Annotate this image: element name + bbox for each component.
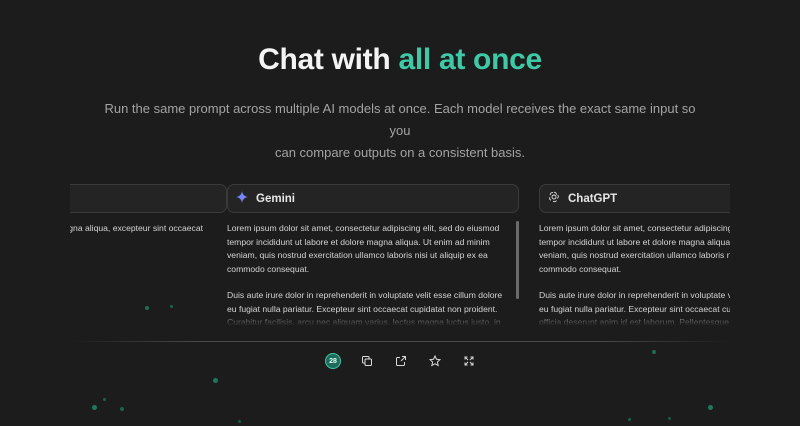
particle	[708, 405, 713, 410]
response-scrollbar[interactable]	[516, 221, 519, 299]
model-count-badge[interactable]: 28	[325, 353, 341, 369]
gemini-sparkle-icon	[236, 191, 248, 206]
particle	[103, 398, 106, 401]
openai-logo-icon	[548, 191, 560, 206]
particle	[213, 378, 218, 383]
hero-subtitle-line-2: can compare outputs on a consistent basi…	[274, 145, 526, 160]
hero-subtitle-line-1: Run the same prompt across multiple AI m…	[104, 101, 696, 138]
model-card-header[interactable]: Gemini	[227, 184, 519, 213]
response-toolbar: 28	[325, 352, 477, 370]
response-paragraph: Lorem ipsum dolor sit amet, consectetur …	[227, 223, 500, 274]
model-card-left: adipiscing elit, sed do eiusmod gna aliq…	[70, 184, 227, 326]
star-icon[interactable]	[427, 353, 443, 369]
copy-icon[interactable]	[359, 353, 375, 369]
model-card-chatgpt: ChatGPT Lorem ipsum dolor sit amet, cons…	[539, 184, 730, 326]
model-carousel[interactable]: adipiscing elit, sed do eiusmod gna aliq…	[70, 184, 730, 326]
model-response[interactable]: Lorem ipsum dolor sit amet, consectetur …	[227, 222, 519, 326]
model-response[interactable]: Lorem ipsum dolor sit amet, consectetur …	[539, 222, 730, 326]
model-name: ChatGPT	[568, 192, 618, 205]
model-card-header[interactable]: ChatGPT	[539, 184, 730, 213]
hero-subtitle: Run the same prompt across multiple AI m…	[100, 98, 700, 164]
particle	[628, 418, 631, 421]
particle	[668, 417, 671, 420]
hero-title-accent: all at once	[398, 43, 542, 76]
particle	[170, 305, 173, 308]
particle	[92, 405, 97, 410]
hero-title-prefix: Chat with	[258, 43, 391, 76]
toolbar-divider	[70, 341, 730, 342]
hero-title: Chat with all at once	[0, 43, 800, 77]
fade-overlay	[70, 312, 730, 326]
expand-icon[interactable]	[461, 353, 477, 369]
model-response: adipiscing elit, sed do eiusmod gna aliq…	[70, 222, 227, 326]
model-name: Gemini	[256, 192, 295, 205]
particle	[652, 350, 656, 354]
open-external-icon[interactable]	[393, 353, 409, 369]
response-paragraph: Lorem ipsum dolor sit amet, consectetur …	[539, 223, 730, 274]
response-paragraph: adipiscing elit, sed do eiusmod gna aliq…	[70, 223, 203, 233]
particle	[120, 407, 124, 411]
model-card-header[interactable]	[70, 184, 227, 213]
particle	[145, 306, 149, 310]
model-card-gemini: Gemini Lorem ipsum dolor sit amet, conse…	[227, 184, 519, 326]
particle	[238, 420, 241, 423]
